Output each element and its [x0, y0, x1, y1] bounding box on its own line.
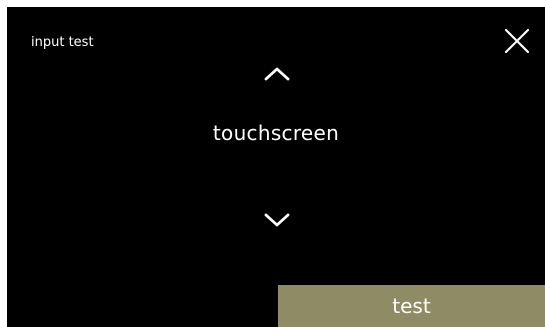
close-icon [504, 28, 530, 54]
page-title: input test [31, 35, 94, 50]
input-test-screen: input test touchscreen test [7, 7, 545, 327]
previous-option-button[interactable] [259, 61, 295, 85]
selected-input-option: touchscreen [212, 121, 340, 145]
test-button[interactable]: test [278, 285, 545, 327]
chevron-up-icon [264, 67, 290, 81]
chevron-down-icon [264, 213, 290, 227]
next-option-button[interactable] [259, 209, 295, 233]
close-button[interactable] [503, 27, 531, 55]
